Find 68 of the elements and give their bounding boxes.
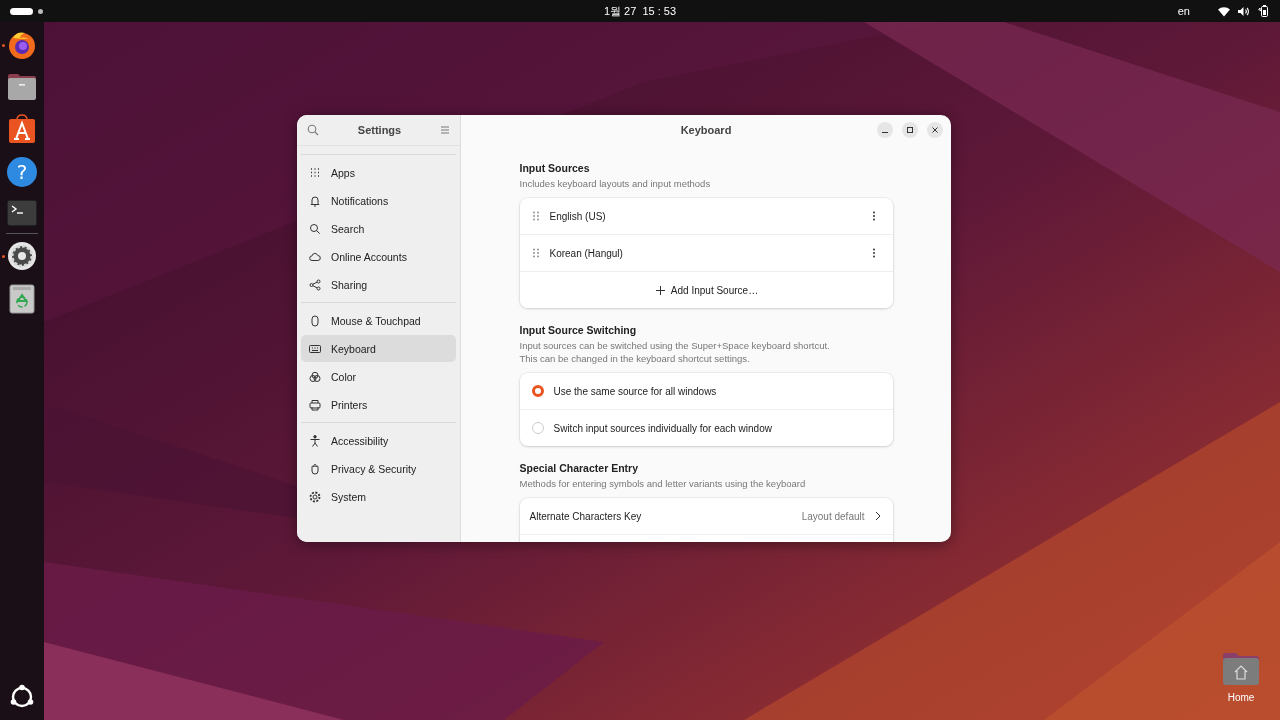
sidebar-item[interactable]: Printers: [301, 391, 456, 418]
input-source-name: English (US): [549, 210, 607, 222]
sidebar-item[interactable]: Keyboard: [301, 335, 456, 362]
mouse-icon: [309, 314, 321, 327]
window-title: Keyboard: [680, 124, 732, 136]
sidebar-item[interactable]: Notifications: [301, 187, 456, 214]
close-icon: [931, 126, 939, 134]
browser-icon[interactable]: [7, 30, 37, 60]
section-subtitle: Methods for entering symbols and letter variants using the keyboard: [519, 478, 807, 491]
sidebar-item[interactable]: System: [301, 483, 456, 510]
more-options-icon[interactable]: [871, 248, 876, 259]
home-label[interactable]: Home: [1227, 692, 1255, 703]
radio-button[interactable]: [531, 385, 544, 398]
section-title: Special Character Entry: [519, 462, 639, 475]
sidebar-item[interactable]: Privacy & Security: [301, 455, 456, 482]
search-icon: [309, 222, 321, 235]
folder-icon[interactable]: [7, 73, 37, 101]
workspace-indicator[interactable]: [10, 7, 33, 15]
sidebar-item[interactable]: Online Accounts: [301, 243, 456, 270]
cloud-icon: [309, 250, 321, 263]
maximize-button[interactable]: [902, 122, 918, 138]
color-icon: [309, 370, 321, 383]
settings-row[interactable]: Alternate Characters Key Layout default: [519, 498, 893, 536]
radio-option[interactable]: Switch input sources individually for each window: [519, 410, 893, 447]
section-title: Input Source Switching: [519, 324, 638, 337]
battery-icon[interactable]: [1258, 5, 1270, 17]
sidebar-item[interactable]: Sharing: [301, 271, 456, 298]
chevron-right-icon: [874, 511, 881, 522]
clock[interactable]: 1월 27 15 : 53: [603, 3, 677, 19]
printer-icon: [309, 398, 321, 411]
gear-icon: [309, 490, 321, 503]
input-indicator[interactable]: en: [1177, 5, 1190, 17]
sidebar-item[interactable]: Color: [301, 363, 456, 390]
drag-handle-icon[interactable]: [531, 211, 540, 222]
search-icon[interactable]: [307, 124, 319, 136]
workspace-dot[interactable]: [38, 8, 43, 14]
share-icon: [309, 278, 321, 291]
radio-option[interactable]: Use the same source for all windows: [519, 373, 893, 411]
sidebar-item[interactable]: Mouse & Touchpad: [301, 307, 456, 334]
sidebar-item[interactable]: Search: [301, 215, 456, 242]
sidebar-item[interactable]: Apps: [301, 159, 456, 186]
apps-icon: [309, 166, 321, 179]
home-folder-icon[interactable]: [1222, 652, 1260, 686]
minimize-button[interactable]: [877, 122, 893, 138]
close-button[interactable]: [927, 122, 943, 138]
input-source-name: Korean (Hangul): [549, 247, 624, 259]
terminal-icon[interactable]: [7, 200, 37, 226]
gear-icon[interactable]: [7, 241, 37, 271]
section-title: Input Sources: [519, 162, 591, 174]
section-subtitle: Includes keyboard layouts and input methods: [519, 178, 712, 191]
volume-icon[interactable]: [1238, 5, 1250, 17]
add-input-source-button[interactable]: Add Input Source…: [519, 272, 893, 309]
help-icon[interactable]: ?: [7, 157, 37, 187]
wifi-icon[interactable]: [1218, 5, 1230, 17]
plus-icon: [655, 285, 665, 295]
more-options-icon[interactable]: [871, 211, 876, 222]
keyboard-icon: [309, 342, 321, 355]
maximize-icon: [906, 126, 914, 134]
bell-icon: [309, 194, 321, 207]
sidebar-item[interactable]: Accessibility: [301, 427, 456, 454]
section-description: Input sources can be switched using the Super+Space keyboard shortcut. This can be changed in the keyboard shortcut settings.: [519, 340, 831, 366]
trash-icon[interactable]: [9, 284, 35, 314]
radio-button[interactable]: [531, 422, 544, 435]
store-bag-icon[interactable]: [8, 114, 36, 144]
dock-item[interactable]: ?: [0, 157, 44, 187]
drag-handle-icon[interactable]: [531, 248, 540, 259]
sidebar-title: Settings: [357, 124, 402, 136]
access-icon: [309, 434, 321, 447]
